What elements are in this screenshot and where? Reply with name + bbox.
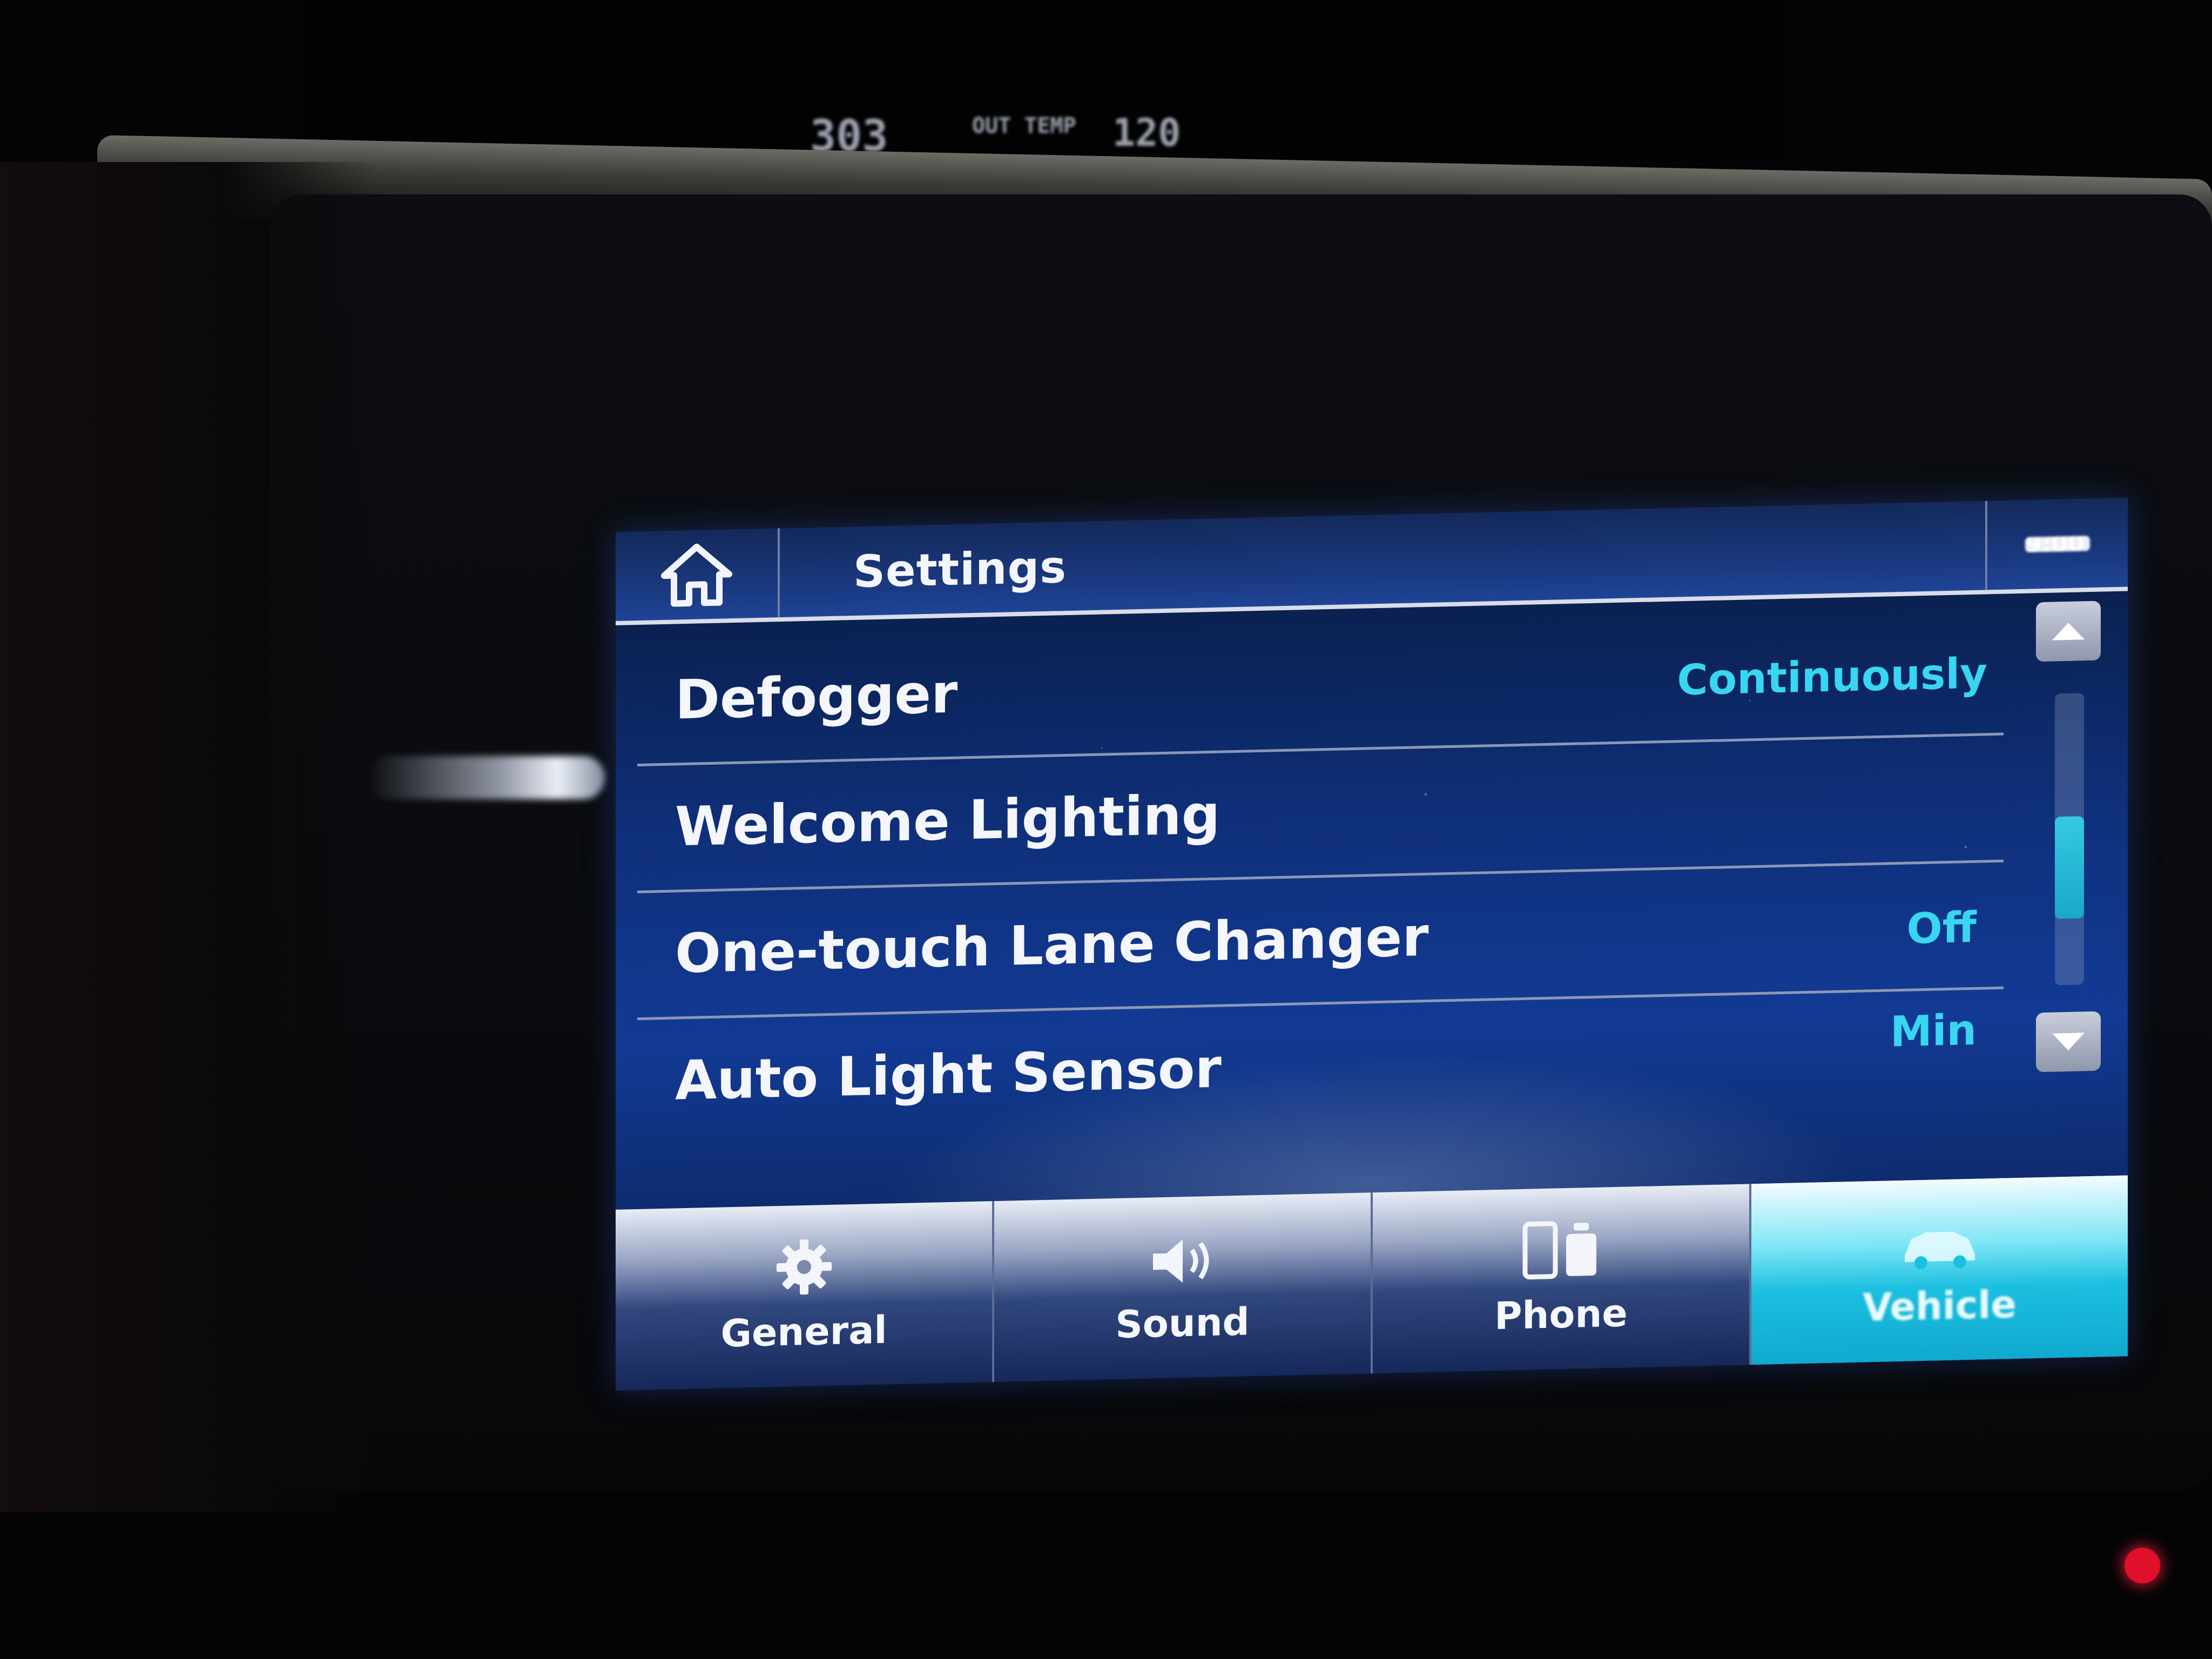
setting-value: Off [1906,903,1977,954]
setting-label: Defogger [675,662,958,732]
tab-label: Sound [1115,1299,1250,1347]
scroll-down-button[interactable] [2036,1011,2101,1073]
setting-label: Auto Light Sensor [675,1036,1222,1112]
scroll-up-button[interactable] [2036,601,2101,662]
setting-label: One-touch Lane Changer [675,905,1429,986]
scroll-thumb[interactable] [2055,816,2084,919]
air-vent [367,756,605,799]
tab-label: General [720,1307,887,1356]
tab-phone[interactable]: Phone [1373,1184,1751,1374]
tab-label: Phone [1494,1291,1628,1339]
settings-list: Defogger Continuously Welcome Lighting O… [637,608,2004,1136]
tab-general[interactable]: General [616,1201,994,1391]
speaker-icon [1152,1239,1209,1283]
steering-shadow [0,162,378,1512]
setting-value: Continuously [1677,649,1987,705]
home-icon [661,543,732,607]
setting-label: Welcome Lighting [675,783,1220,859]
scroll-track[interactable] [2055,693,2084,986]
range-readout: 120 [1112,111,1181,155]
car-icon [1904,1231,1975,1270]
scrollbar[interactable] [2020,601,2112,1089]
instrument-display: 303 OUT TEMP 120 [302,0,1782,162]
gear-icon [776,1239,832,1295]
triangle-down-icon [2052,1033,2085,1050]
triangle-up-icon [2052,622,2085,640]
phone-icon [1522,1221,1596,1280]
tab-vehicle[interactable]: Vehicle [1751,1175,2128,1365]
out-temp-label: OUT TEMP [972,113,1076,138]
clock-area: 9:00 [1985,497,2128,590]
setting-value: Min [1890,1006,1977,1057]
page-title: Settings [853,542,1067,598]
clock: 9:00 [2025,535,2090,552]
indicator-led [2125,1548,2160,1583]
tab-sound[interactable]: Sound [994,1192,1373,1382]
tab-bar: General Sound Phone Vehicle [616,1175,2128,1391]
home-button[interactable] [616,528,780,621]
tab-label: Vehicle [1863,1282,2017,1330]
infotainment-screen: Settings 9:00 Defogger Continuously Welc… [616,497,2128,1391]
